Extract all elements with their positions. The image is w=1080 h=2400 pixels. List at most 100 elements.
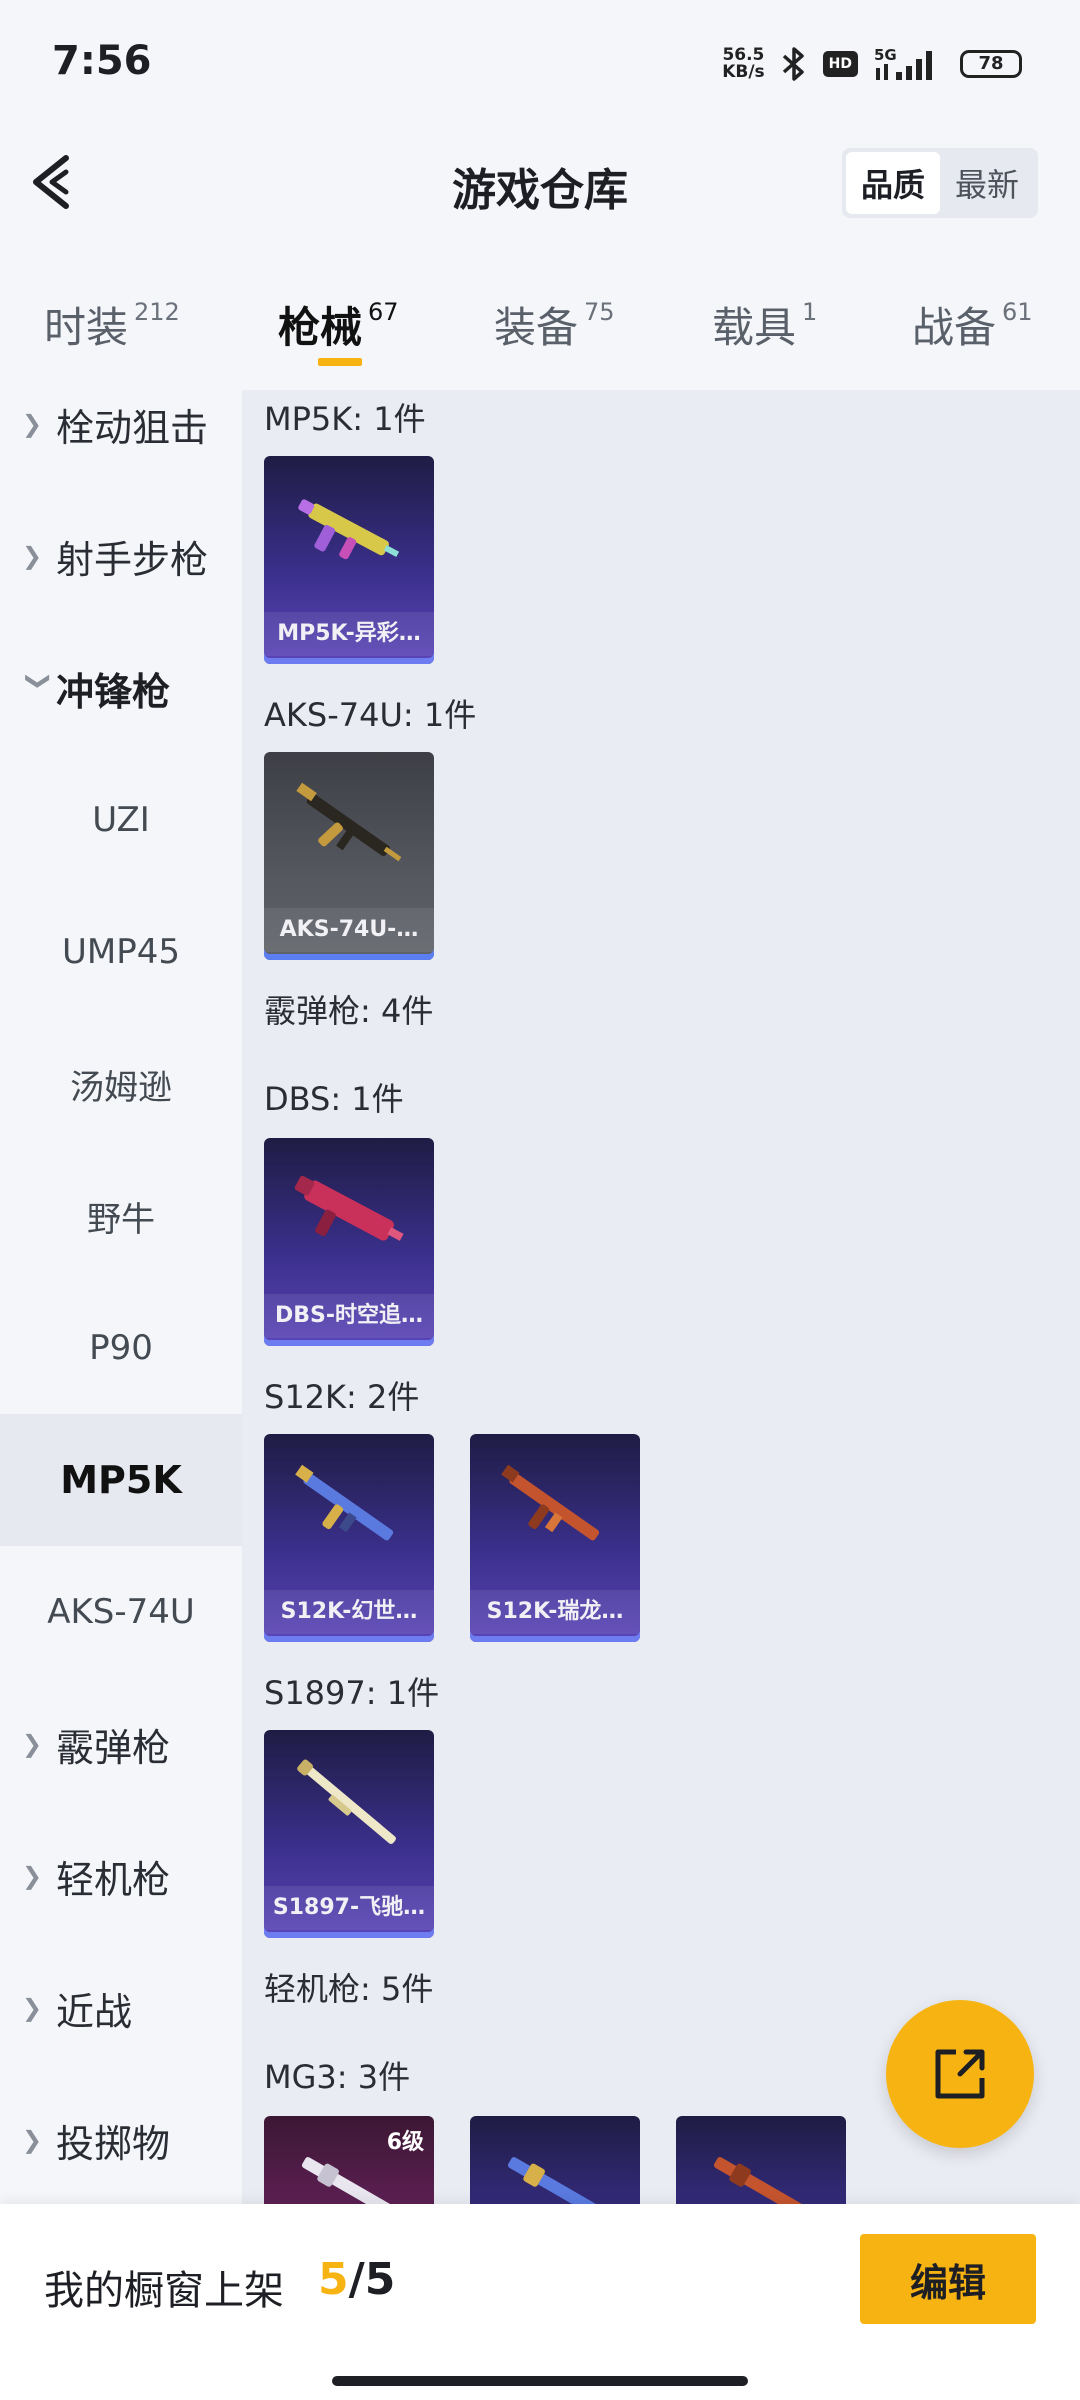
- sidebar-item-label: 霰弹枪: [56, 1725, 171, 1770]
- item-name: S1897-飞驰…: [264, 1886, 434, 1930]
- shotgun-icon: [501, 1464, 600, 1541]
- item-card[interactable]: 6级: [264, 2116, 434, 2204]
- chevron-right-icon: ❯: [22, 1862, 43, 1890]
- tab-count: 212: [134, 298, 180, 326]
- lmg-icon: [713, 2157, 808, 2204]
- group-heading: MG3: 3件: [264, 2058, 411, 2096]
- lmg-icon: [507, 2157, 602, 2204]
- tab-vehicles[interactable]: 载具 1: [712, 294, 817, 355]
- smg-icon: [298, 499, 400, 560]
- showcase-separator: /: [348, 2254, 365, 2305]
- share-external-icon: [935, 2049, 985, 2099]
- group-heading: MP5K: 1件: [264, 400, 426, 438]
- sidebar-item-marksman-rifle[interactable]: ❯ 射手步枪: [0, 490, 242, 622]
- home-indicator[interactable]: [332, 2376, 748, 2386]
- item-card[interactable]: AKS-74U-…: [264, 752, 434, 960]
- tab-firearms[interactable]: 枪械 67: [278, 294, 399, 355]
- lmg-icon: [301, 2157, 396, 2204]
- item-name: AKS-74U-…: [264, 908, 434, 952]
- chevron-down-icon: ❯: [25, 671, 53, 692]
- category-tabs: 时装 212 枪械 67 装备 75 载具 1 战备 61: [0, 270, 1080, 380]
- item-card[interactable]: S12K-幻世…: [264, 1434, 434, 1642]
- item-card[interactable]: [470, 2116, 640, 2204]
- category-heading: 轻机枪: 5件: [264, 1970, 434, 2008]
- status-icons: 56.5 KB/s HD 5G 78: [722, 42, 1022, 86]
- item-name: MP5K-异彩…: [264, 612, 434, 656]
- item-card[interactable]: DBS-时空追…: [264, 1138, 434, 1346]
- sidebar-item-label: 冲锋枪: [56, 669, 171, 714]
- header: 游戏仓库 品质 最新: [0, 128, 1080, 238]
- tab-label: 装备: [494, 303, 579, 352]
- network-type-label: 5G: [874, 46, 897, 64]
- status-time: 7:56: [52, 38, 152, 84]
- sidebar-item-label: 栓动狙击: [56, 405, 209, 450]
- battery-icon: 78: [960, 50, 1022, 78]
- shotgun-icon: [294, 1175, 404, 1241]
- item-card[interactable]: [676, 2116, 846, 2204]
- item-name: DBS-时空追…: [264, 1294, 434, 1338]
- category-heading: 霰弹枪: 4件: [264, 992, 434, 1030]
- item-name: S12K-幻世…: [264, 1590, 434, 1634]
- sidebar-item-throwables[interactable]: ❯ 投掷物: [0, 2074, 242, 2204]
- sidebar-item-label: 投掷物: [56, 2121, 171, 2166]
- tab-label: 枪械: [278, 303, 363, 352]
- tab-count: 61: [1002, 298, 1033, 326]
- tab-count: 67: [368, 298, 399, 326]
- chevron-right-icon: ❯: [22, 1994, 43, 2022]
- chevron-right-icon: ❯: [22, 410, 43, 438]
- cellular-signal-icon: 5G: [874, 46, 944, 82]
- hd-icon: HD: [822, 51, 858, 77]
- showcase-current: 5: [318, 2254, 349, 2305]
- tab-count: 75: [584, 298, 615, 326]
- sort-option-latest[interactable]: 最新: [940, 152, 1034, 214]
- sidebar-item-thompson[interactable]: 汤姆逊: [0, 1018, 242, 1150]
- group-heading: AKS-74U: 1件: [264, 696, 477, 734]
- rifle-icon: [296, 782, 402, 862]
- item-list: MP5K: 1件 MP5K-异彩… AKS-74U: 1件 AKS-74U-…: [242, 390, 1080, 2204]
- chevron-right-icon: ❯: [22, 542, 43, 570]
- sidebar-item-label: 射手步枪: [56, 537, 209, 582]
- group-heading: S1897: 1件: [264, 1674, 440, 1712]
- item-card[interactable]: S12K-瑞龙…: [470, 1434, 640, 1642]
- network-speed: 56.5 KB/s: [722, 47, 764, 81]
- sidebar-item-p90[interactable]: P90: [0, 1282, 242, 1414]
- sidebar-item-aks74u[interactable]: AKS-74U: [0, 1546, 242, 1678]
- sidebar-item-melee[interactable]: ❯ 近战: [0, 1942, 242, 2074]
- tab-equipment[interactable]: 装备 75: [494, 294, 615, 355]
- sidebar-item-ump45[interactable]: UMP45: [0, 886, 242, 1018]
- sort-toggle: 品质 最新: [842, 148, 1038, 218]
- group-heading: DBS: 1件: [264, 1080, 404, 1118]
- sidebar-item-label: 轻机枪: [56, 1857, 171, 1902]
- status-bar: 7:56 56.5 KB/s HD 5G 78: [0, 0, 1080, 128]
- item-card[interactable]: S1897-飞驰…: [264, 1730, 434, 1938]
- sidebar-item-uzi[interactable]: UZI: [0, 754, 242, 886]
- tab-supplies[interactable]: 战备 61: [912, 294, 1033, 355]
- tab-label: 时装: [44, 303, 129, 352]
- showcase-count: 5/5: [318, 2254, 395, 2305]
- chevron-right-icon: ❯: [22, 2126, 43, 2154]
- showcase-label: 我的橱窗上架: [44, 2268, 284, 2314]
- sidebar-item-bizon[interactable]: 野牛: [0, 1150, 242, 1282]
- shotgun-icon: [297, 1759, 396, 1844]
- item-card[interactable]: MP5K-异彩…: [264, 456, 434, 664]
- sidebar-item-lmg[interactable]: ❯ 轻机枪: [0, 1810, 242, 1942]
- sidebar-item-shotgun[interactable]: ❯ 霰弹枪: [0, 1678, 242, 1810]
- network-speed-unit: KB/s: [722, 62, 765, 82]
- sidebar-item-label: 近战: [56, 1989, 133, 2034]
- item-name: S12K-瑞龙…: [470, 1590, 640, 1634]
- weapon-type-sidebar: ❯ 栓动狙击 ❯ 射手步枪 ❯ 冲锋枪 UZI UMP45 汤姆逊 野牛 P90 MP…: [0, 390, 242, 2204]
- sidebar-item-smg[interactable]: ❯ 冲锋枪: [0, 622, 242, 754]
- showcase-total: 5: [364, 2254, 396, 2305]
- tab-count: 1: [802, 298, 818, 326]
- chevron-right-icon: ❯: [22, 1730, 43, 1758]
- group-heading: S12K: 2件: [264, 1378, 420, 1416]
- edit-button[interactable]: 编辑: [860, 2234, 1036, 2324]
- sidebar-item-mp5k[interactable]: MP5K: [0, 1414, 242, 1546]
- sidebar-item-bolt-sniper[interactable]: ❯ 栓动狙击: [0, 390, 242, 490]
- tab-label: 载具: [712, 303, 797, 352]
- share-button[interactable]: [886, 2000, 1034, 2148]
- bottom-bar: 我的橱窗上架 5/5 编辑: [0, 2204, 1080, 2400]
- bluetooth-icon: [781, 47, 807, 81]
- sort-option-quality[interactable]: 品质: [846, 152, 940, 214]
- tab-fashion[interactable]: 时装 212: [44, 294, 180, 355]
